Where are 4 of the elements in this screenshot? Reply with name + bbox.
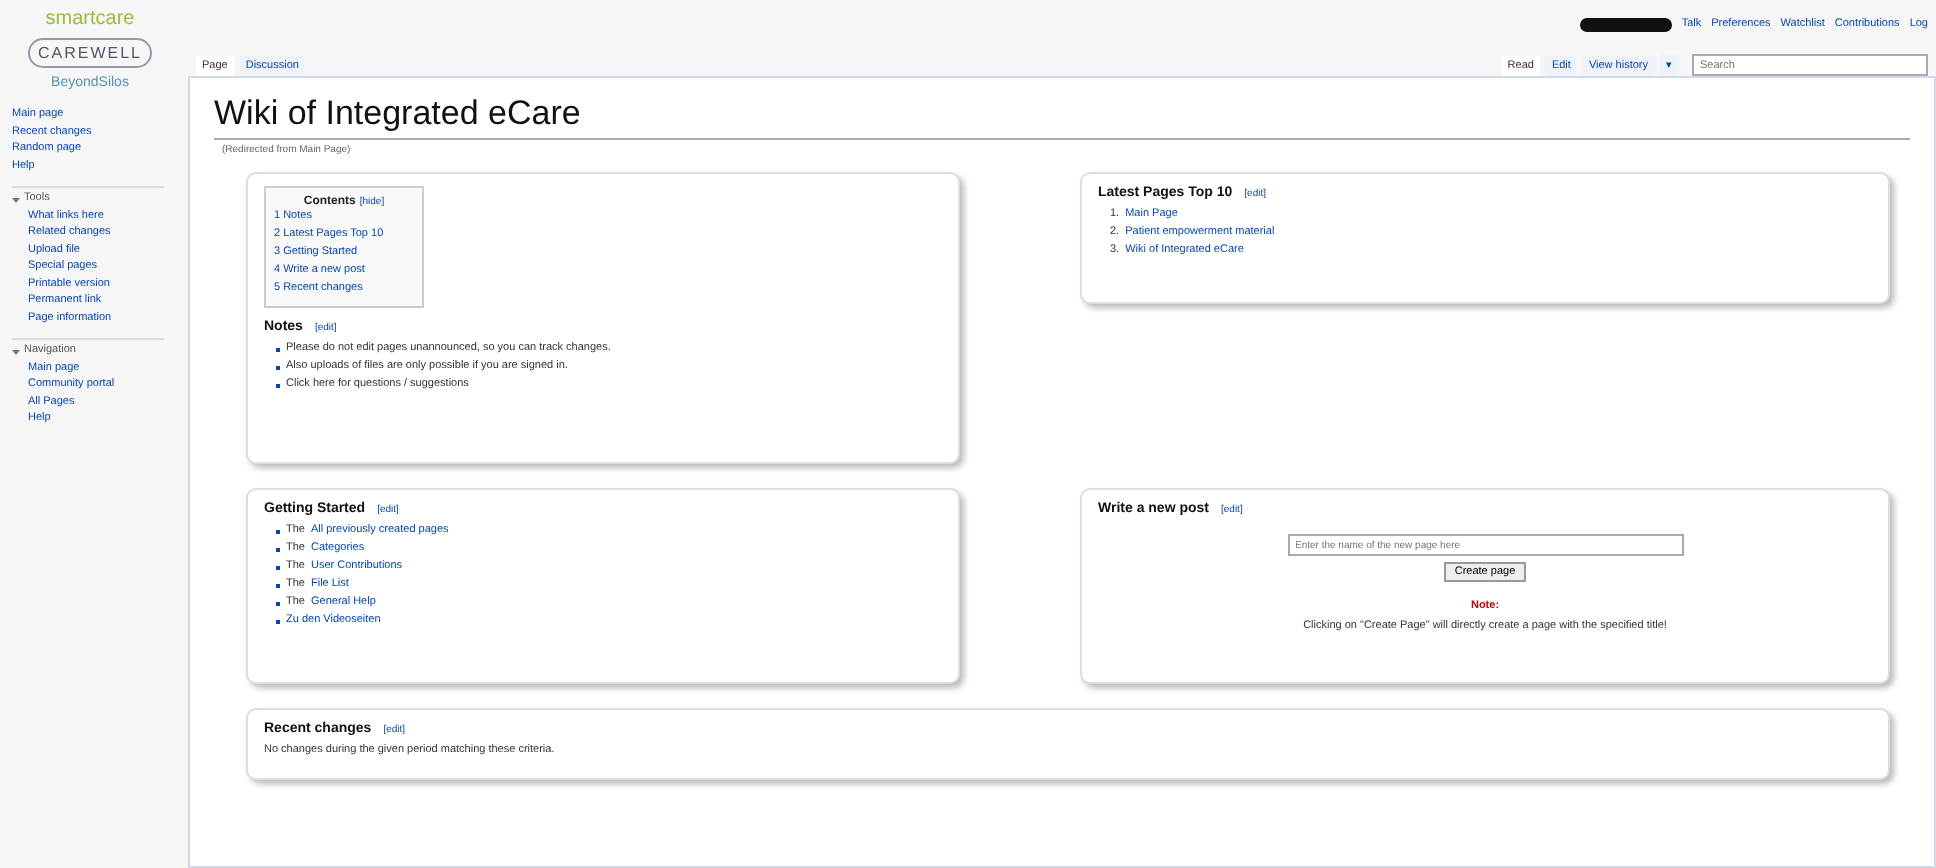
expand-icon <box>12 349 20 355</box>
expand-icon <box>12 197 20 203</box>
redaction-mark <box>1579 17 1672 31</box>
page-title: Wiki of Integrated eCare <box>214 94 1910 140</box>
